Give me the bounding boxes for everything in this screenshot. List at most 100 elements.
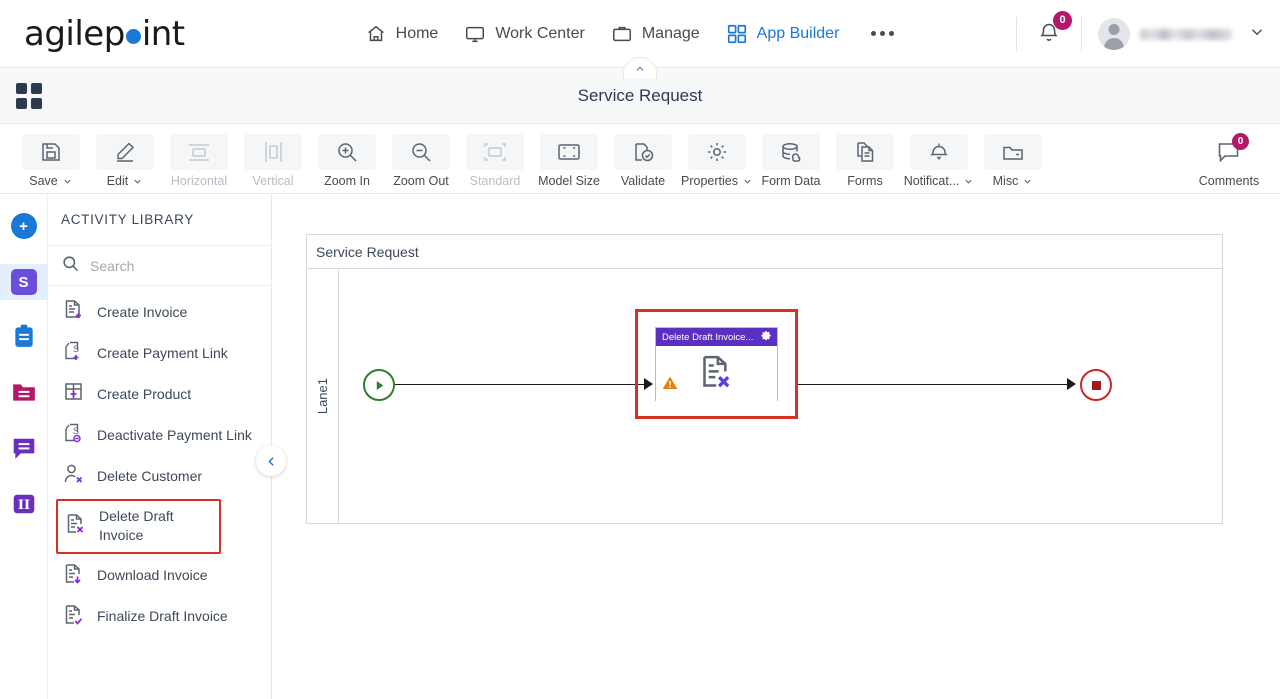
box-plus-icon	[62, 380, 86, 409]
collapse-panel-button[interactable]	[256, 446, 286, 476]
toolbar-validate-button[interactable]: Validate	[606, 126, 680, 192]
task-delete-draft-invoice[interactable]: Delete Draft Invoice...	[655, 327, 778, 401]
toolbar-edit-button[interactable]: Edit	[88, 126, 162, 192]
user-menu-chevron-down-icon[interactable]	[1248, 23, 1266, 46]
rail-item-stripe[interactable]: S	[0, 264, 48, 300]
stripe-s-icon: S	[10, 269, 37, 295]
folder-icon	[11, 379, 37, 410]
clipboard-icon	[11, 323, 37, 354]
logo-text-second: int	[141, 13, 185, 54]
pencil-icon	[96, 134, 154, 170]
briefcase-icon	[611, 23, 633, 45]
start-event-node[interactable]	[363, 369, 395, 401]
zoom-out-icon	[392, 134, 450, 170]
task-title: Delete Draft Invoice...	[662, 331, 754, 343]
activity-item-deactivate-payment-link[interactable]: S Deactivate Payment Link	[48, 415, 271, 456]
plus-circle-icon: +	[10, 213, 37, 239]
collapse-header-toggle[interactable]	[623, 57, 657, 79]
page-titlebar: Service Request	[0, 57, 1280, 124]
database-icon	[762, 134, 820, 170]
toolbar-label-properties: Properties	[681, 174, 738, 188]
toolbar-save-button[interactable]: Save	[14, 126, 88, 192]
more-options-icon[interactable]	[871, 31, 895, 36]
logo-text-first: agilep	[24, 13, 125, 54]
activity-label: Create Invoice	[97, 303, 188, 320]
toolbar-zoom-out-button[interactable]: Zoom Out	[384, 126, 458, 192]
toolbar-label-form-data: Form Data	[761, 174, 821, 188]
toolbar-comments-button[interactable]: 0 Comments	[1192, 126, 1266, 192]
toolbar-vertical-button[interactable]: Vertical	[236, 126, 310, 192]
toolbar-label-comments: Comments	[1198, 174, 1260, 188]
toolbar-notifications-button[interactable]: Notificat...	[902, 126, 976, 192]
notification-badge: 0	[1053, 10, 1072, 30]
gear-icon[interactable]	[761, 328, 772, 346]
avatar[interactable]	[1098, 18, 1130, 50]
toolbar-properties-button[interactable]: Properties	[680, 126, 754, 192]
nav-item-app-builder[interactable]: App Builder	[726, 23, 839, 45]
activity-item-delete-customer[interactable]: Delete Customer	[48, 456, 271, 497]
main-nav: Home Work Center Manage App Builder	[365, 23, 895, 45]
toolbar-label-standard: Standard	[469, 174, 521, 188]
toolbar-standard-button[interactable]: Standard	[458, 126, 532, 192]
toolbar-zoom-in-button[interactable]: Zoom In	[310, 126, 384, 192]
rail-item-folder[interactable]	[0, 376, 48, 412]
sequence-flow-1[interactable]	[395, 384, 652, 385]
page-title: Service Request	[577, 85, 703, 105]
toolbar-horizontal-button[interactable]: Horizontal	[162, 126, 236, 192]
home-icon	[365, 23, 387, 45]
activity-item-finalize-draft-invoice[interactable]: Finalize Draft Invoice	[48, 597, 271, 638]
end-event-node[interactable]	[1080, 369, 1112, 401]
toolbar-form-data-button[interactable]: Form Data	[754, 126, 828, 192]
doc-x-icon	[697, 352, 737, 399]
arrow-head-2	[1067, 378, 1076, 390]
activity-item-download-invoice[interactable]: Download Invoice	[48, 556, 271, 597]
task-header: Delete Draft Invoice...	[656, 328, 777, 346]
lane-label-text: Lane1	[315, 378, 330, 415]
play-icon	[376, 380, 383, 390]
doc-download-icon	[62, 562, 86, 591]
toolbar-label-save: Save	[29, 174, 58, 188]
lane-label[interactable]: Lane1	[307, 270, 339, 523]
rail-item-pillars[interactable]: II	[0, 488, 48, 524]
lane-body[interactable]: Delete Draft Invoice...	[339, 270, 1222, 523]
folder-icon	[984, 134, 1042, 170]
logo-dot-icon	[125, 29, 141, 44]
toolbar-label-zoom-in: Zoom In	[324, 174, 370, 188]
nav-item-work-center[interactable]: Work Center	[464, 23, 585, 45]
person-x-icon	[62, 462, 86, 491]
nav-item-manage[interactable]: Manage	[611, 23, 700, 45]
activity-label: Finalize Draft Invoice	[97, 608, 228, 625]
activity-item-create-product[interactable]: Create Product	[48, 374, 271, 415]
toolbar-forms-button[interactable]: Forms	[828, 126, 902, 192]
process-canvas[interactable]: Service Request Lane1 Delete Draft Invoi…	[272, 194, 1280, 699]
search-input[interactable]	[90, 257, 240, 274]
activity-label: Download Invoice	[97, 567, 208, 584]
activity-label: Deactivate Payment Link	[97, 426, 252, 443]
lane: Lane1 Delete Draft Invoice...	[307, 270, 1222, 523]
grid-icon	[726, 23, 748, 45]
agilepoint-logo[interactable]: agilep int	[24, 14, 185, 54]
app-rail: + S II	[0, 194, 48, 699]
notifications-button[interactable]: 0	[1033, 10, 1072, 53]
chevron-down-icon	[1024, 179, 1031, 184]
stop-square-icon	[1091, 380, 1101, 390]
doc-check-icon	[62, 603, 86, 632]
activity-item-delete-draft-invoice[interactable]: Delete Draft Invoice	[56, 499, 221, 554]
pool[interactable]: Service Request Lane1 Delete Draft Invoi…	[306, 234, 1223, 524]
nav-label-home: Home	[395, 24, 439, 42]
forms-icon	[836, 134, 894, 170]
svg-text:S: S	[73, 344, 79, 354]
rail-item-add[interactable]: +	[0, 208, 48, 244]
activity-item-create-invoice[interactable]: Create Invoice	[48, 292, 271, 333]
search-icon	[61, 254, 80, 278]
rail-item-chat[interactable]	[0, 432, 48, 468]
warning-icon	[662, 375, 678, 396]
activity-item-create-payment-link[interactable]: S Create Payment Link	[48, 333, 271, 374]
rail-item-clipboard[interactable]	[0, 320, 48, 356]
sequence-flow-2[interactable]	[798, 384, 1072, 385]
toolbar-model-size-button[interactable]: Model Size	[532, 126, 606, 192]
doc-x-icon	[64, 512, 88, 541]
model-size-icon	[540, 134, 598, 170]
nav-item-home[interactable]: Home	[365, 23, 439, 45]
toolbar-misc-button[interactable]: Misc	[976, 126, 1050, 192]
